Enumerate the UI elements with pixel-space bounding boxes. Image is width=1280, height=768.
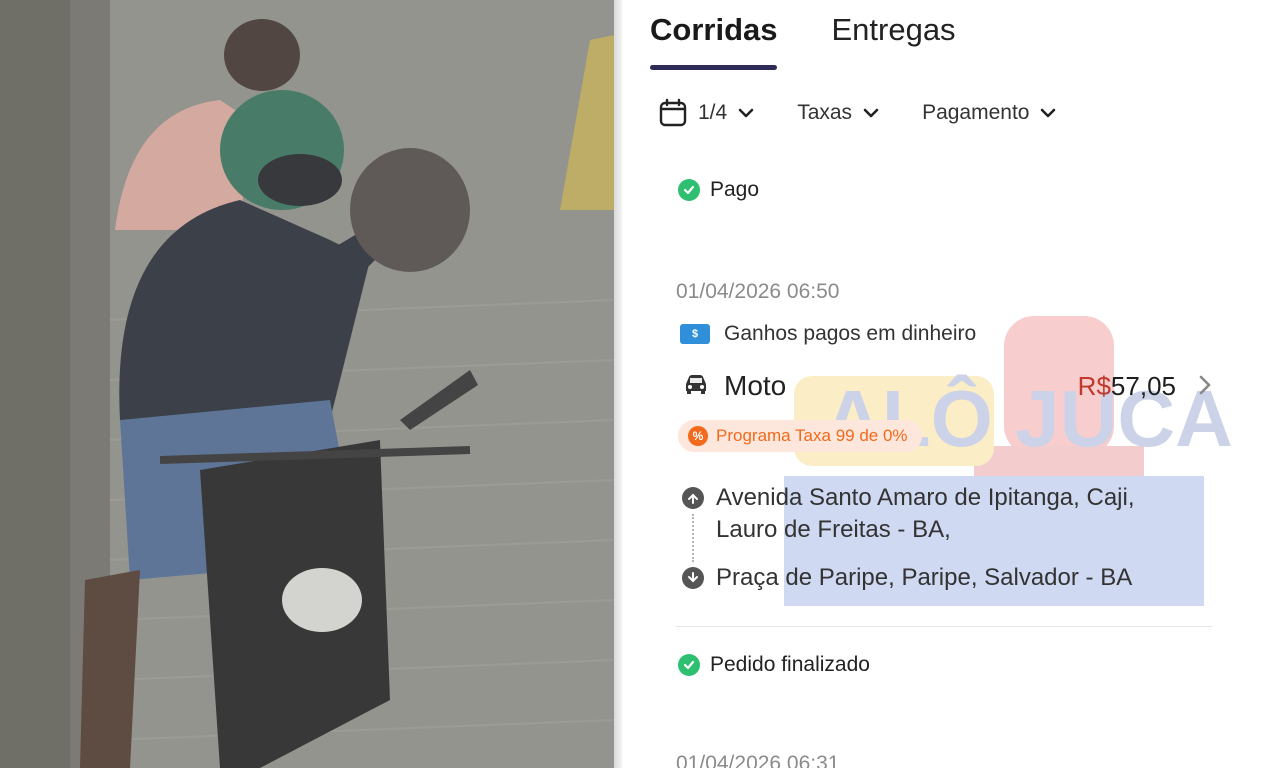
payment-filter[interactable]: Pagamento <box>922 101 1057 125</box>
date-filter-label: 1/4 <box>698 101 728 124</box>
ride-datetime: 01/04/2026 06:50 <box>676 280 840 303</box>
dropoff-pin-icon <box>682 567 704 589</box>
check-circle-icon <box>678 179 700 201</box>
date-filter[interactable]: 1/4 <box>658 98 755 128</box>
dropoff-address: Praça de Paripe, Paripe, Salvador - BA <box>682 562 1132 594</box>
paid-status-label: Pago <box>710 178 760 201</box>
chevron-right-icon <box>1198 374 1212 401</box>
calendar-icon <box>658 98 688 128</box>
finished-status: Pedido finalizado <box>678 653 870 677</box>
promo-label: Programa Taxa 99 de 0% <box>716 426 908 445</box>
tab-entregas[interactable]: Entregas <box>831 10 955 60</box>
check-circle-icon <box>678 654 700 676</box>
pickup-address: Avenida Santo Amaro de Ipitanga, Caji, L… <box>682 482 1135 546</box>
price-currency: R$ <box>1077 370 1111 401</box>
tab-corridas[interactable]: Corridas <box>650 10 778 70</box>
car-icon <box>682 372 710 401</box>
ride-type: Moto <box>724 370 787 401</box>
divider <box>676 626 1212 627</box>
price-amount: 57,05 <box>1110 370 1176 401</box>
cctv-photo <box>0 0 614 768</box>
pickup-address-line1: Avenida Santo Amaro de Ipitanga, Caji, <box>716 484 1135 511</box>
cash-icon: $ <box>680 324 710 344</box>
earnings-note: $ Ganhos pagos em dinheiro <box>680 322 976 346</box>
percent-badge-icon: % <box>688 426 708 446</box>
next-ride-datetime: 01/04/2026 06:31 <box>676 752 840 768</box>
chevron-down-icon <box>862 107 880 119</box>
route-connector <box>692 514 694 562</box>
chevron-down-icon <box>737 107 755 119</box>
chevron-down-icon <box>1039 107 1057 119</box>
cctv-scene <box>0 0 614 768</box>
finished-status-label: Pedido finalizado <box>710 653 870 676</box>
earnings-note-label: Ganhos pagos em dinheiro <box>724 322 977 345</box>
tab-bar: Corridas Entregas <box>650 10 956 70</box>
fees-filter-label: Taxas <box>797 101 853 124</box>
paid-status: Pago <box>678 178 759 202</box>
fees-filter[interactable]: Taxas <box>797 101 880 125</box>
dropoff-address-line: Praça de Paripe, Paripe, Salvador - BA <box>716 564 1133 591</box>
filter-bar: 1/4 Taxas Pagamento <box>658 98 1099 128</box>
pickup-pin-icon <box>682 487 704 509</box>
screen-right-margin <box>1242 0 1280 768</box>
screen-edge <box>614 0 622 768</box>
promo-badge: % Programa Taxa 99 de 0% <box>678 420 922 452</box>
ride-history-screen: ALÔ JUCA Corridas Entregas 1/4 Taxas Pag… <box>614 0 1280 768</box>
pickup-address-line2: Lauro de Freitas - BA, <box>716 516 951 543</box>
payment-filter-label: Pagamento <box>922 101 1030 124</box>
ride-price: R$57,05 <box>1078 371 1176 402</box>
ride-summary-row[interactable]: Moto R$57,05 <box>682 366 1212 406</box>
